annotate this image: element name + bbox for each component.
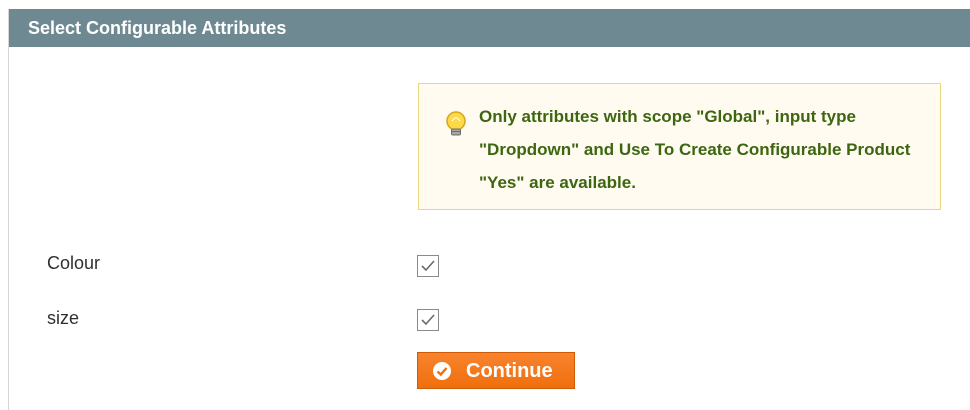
notice-text: Only attributes with scope "Global", inp…	[479, 107, 911, 192]
section-title: Select Configurable Attributes	[28, 18, 287, 38]
configurable-attributes-panel: Select Configurable Attributes Only attr…	[8, 9, 970, 410]
attribute-checkbox-size[interactable]	[417, 309, 439, 331]
continue-button-label: Continue	[466, 360, 553, 382]
attribute-label-size: size	[47, 308, 80, 328]
attribute-label-colour: Colour	[47, 253, 101, 273]
continue-button[interactable]: Continue	[417, 352, 575, 389]
checkmark-icon	[421, 314, 435, 326]
attribute-checkbox-colour[interactable]	[417, 255, 439, 277]
lightbulb-icon	[446, 111, 466, 136]
check-circle-icon	[433, 362, 451, 380]
notice-box: Only attributes with scope "Global", inp…	[418, 83, 941, 210]
section-header: Select Configurable Attributes	[9, 9, 970, 47]
checkmark-icon	[421, 260, 435, 272]
